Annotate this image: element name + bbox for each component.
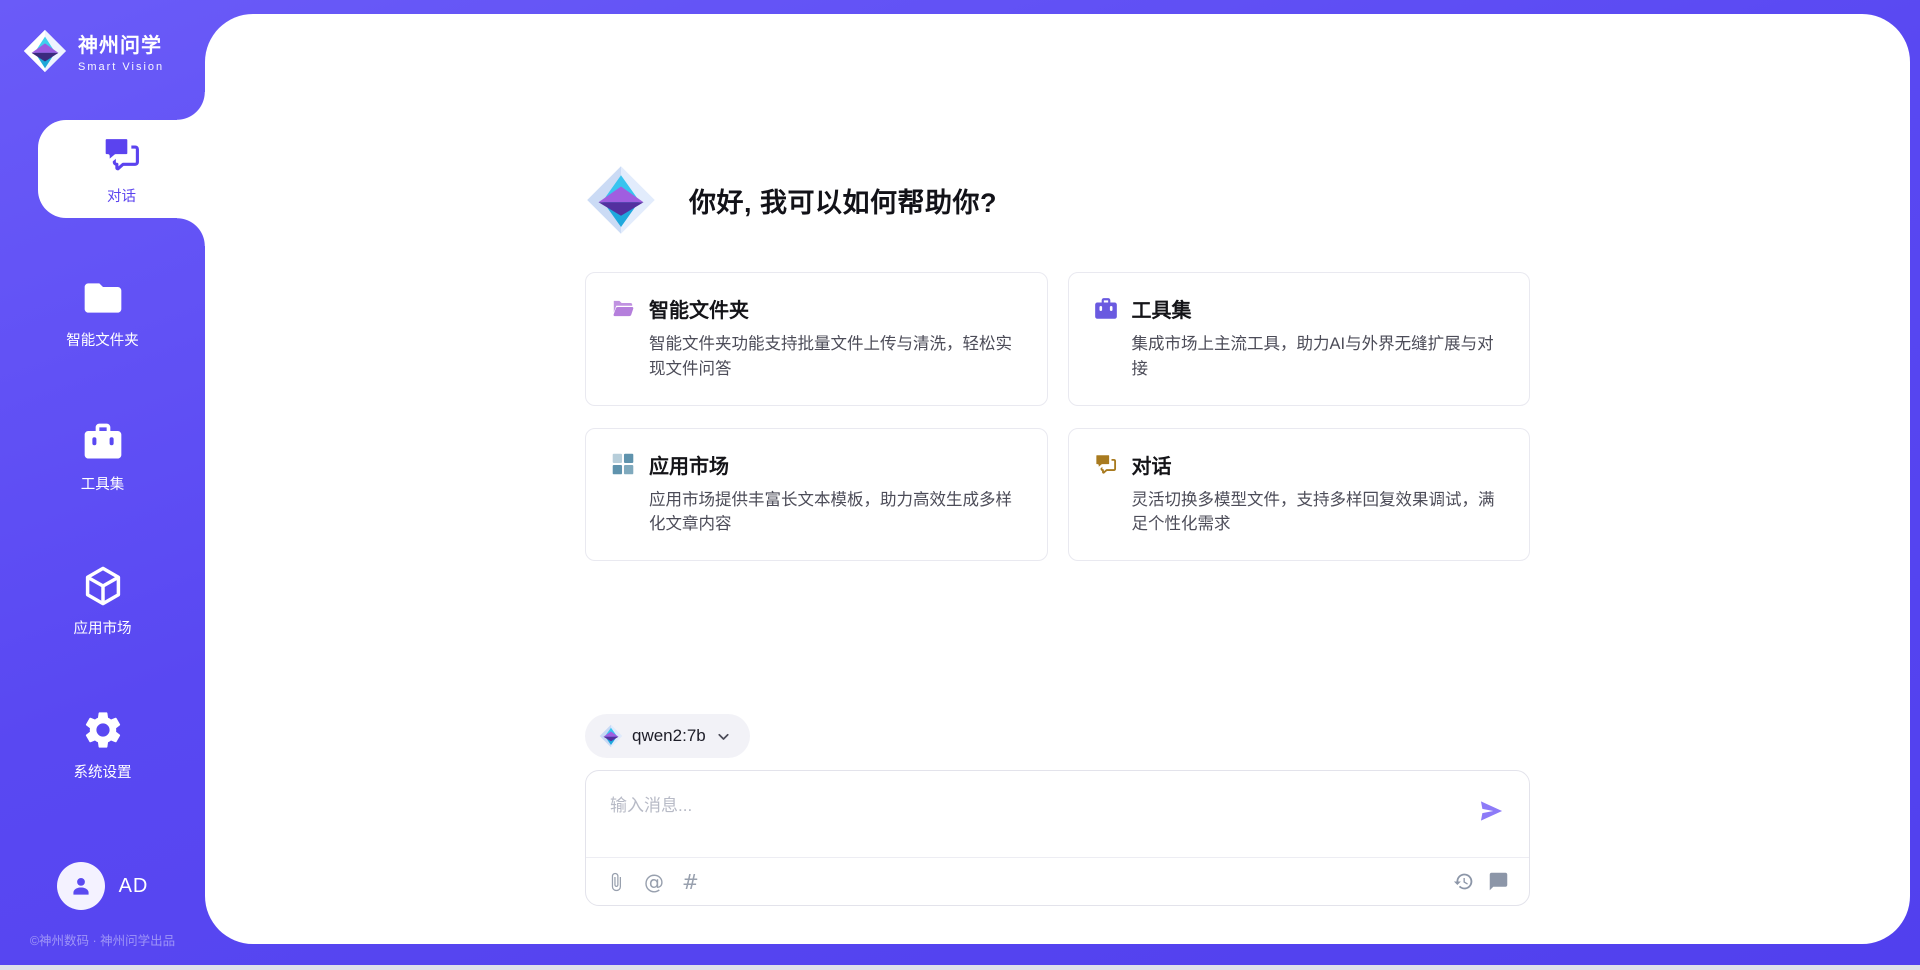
content-spacer (585, 561, 1530, 714)
folder-icon (81, 276, 125, 320)
brand-subtitle: Smart Vision (78, 61, 164, 73)
message-input[interactable] (586, 771, 1529, 857)
send-button[interactable] (1477, 797, 1505, 825)
composer-toolbar-right (1453, 871, 1509, 892)
sidebar-nav: 对话 智能文件夹 工具集 应用市场 (0, 120, 205, 794)
sidebar-item-label: 系统设置 (74, 761, 132, 782)
window-bottom-edge (0, 965, 1920, 970)
brand: 神州问学 Smart Vision (0, 0, 205, 86)
sidebar-item-label: 应用市场 (74, 617, 132, 638)
card-title: 工具集 (1132, 294, 1192, 323)
chat-icon (100, 132, 144, 176)
card-description: 应用市场提供丰富长文本模板，助力高效生成多样化文章内容 (610, 488, 1023, 538)
toolbox-icon (1093, 296, 1119, 322)
chat-icon (1093, 451, 1119, 477)
hash-icon: # (682, 870, 699, 894)
card-smart-folder[interactable]: 智能文件夹 智能文件夹功能支持批量文件上传与清洗，轻松实现文件问答 (585, 272, 1048, 406)
brand-logo-icon (22, 28, 68, 74)
composer-toolbar: @ # (586, 857, 1529, 905)
sidebar-item-label: 工具集 (81, 473, 125, 494)
brand-title: 神州问学 (78, 29, 164, 58)
sidebar-item-chat[interactable]: 对话 (38, 120, 205, 218)
toolbox-icon (81, 420, 125, 464)
sidebar-item-smart-folder[interactable]: 智能文件夹 (0, 264, 205, 362)
sidebar-item-settings[interactable]: 系统设置 (0, 696, 205, 794)
folder-open-icon (610, 296, 636, 322)
chat-bubble-icon (1488, 871, 1509, 892)
card-title: 应用市场 (649, 450, 729, 479)
card-chat[interactable]: 对话 灵活切换多模型文件，支持多样回复效果调试，满足个性化需求 (1068, 428, 1531, 562)
model-logo-icon (599, 724, 623, 748)
sidebar-item-app-market[interactable]: 应用市场 (0, 552, 205, 650)
card-title: 对话 (1132, 450, 1172, 479)
user-label: AD (119, 875, 149, 898)
feature-cards: 智能文件夹 智能文件夹功能支持批量文件上传与清洗，轻松实现文件问答 工具集 集成… (585, 272, 1530, 561)
main-panel: 你好, 我可以如何帮助你? 智能文件夹 智能文件夹功能支持批量文件上传与清洗，轻… (205, 14, 1910, 944)
sidebar-item-label: 对话 (107, 185, 136, 206)
card-description: 集成市场上主流工具，助力AI与外界无缝扩展与对接 (1093, 332, 1506, 382)
sidebar: 神州问学 Smart Vision 对话 智能文件夹 工具集 (0, 0, 205, 965)
model-name: qwen2:7b (632, 726, 706, 746)
greeting-text: 你好, 我可以如何帮助你? (689, 181, 997, 220)
user-account[interactable]: AD (0, 862, 205, 910)
hash-button[interactable]: # (682, 870, 699, 894)
grid-cube-icon (610, 451, 636, 477)
paperclip-icon (606, 872, 626, 892)
history-button[interactable] (1453, 871, 1474, 892)
mention-button[interactable]: @ (644, 870, 664, 894)
gear-icon (81, 708, 125, 752)
card-app-market[interactable]: 应用市场 应用市场提供丰富长文本模板，助力高效生成多样化文章内容 (585, 428, 1048, 562)
sidebar-item-label: 智能文件夹 (66, 329, 139, 350)
chevron-down-icon (715, 728, 732, 745)
card-toolset[interactable]: 工具集 集成市场上主流工具，助力AI与外界无缝扩展与对接 (1068, 272, 1531, 406)
message-composer: @ # (585, 770, 1530, 906)
at-icon: @ (644, 870, 664, 894)
avatar (57, 862, 105, 910)
user-icon (68, 873, 94, 899)
card-title: 智能文件夹 (649, 294, 749, 323)
cube-icon (81, 564, 125, 608)
sidebar-item-toolset[interactable]: 工具集 (0, 408, 205, 506)
attach-button[interactable] (606, 872, 626, 892)
main-content: 你好, 我可以如何帮助你? 智能文件夹 智能文件夹功能支持批量文件上传与清洗，轻… (585, 14, 1530, 944)
greeting: 你好, 我可以如何帮助你? (585, 164, 1530, 236)
greeting-logo-icon (585, 164, 657, 236)
card-description: 智能文件夹功能支持批量文件上传与清洗，轻松实现文件问答 (610, 332, 1023, 382)
send-icon (1477, 797, 1505, 825)
history-icon (1453, 871, 1474, 892)
card-description: 灵活切换多模型文件，支持多样回复效果调试，满足个性化需求 (1093, 488, 1506, 538)
feedback-button[interactable] (1488, 871, 1509, 892)
sidebar-spacer (0, 794, 205, 862)
model-selector[interactable]: qwen2:7b (585, 714, 750, 758)
sidebar-footer: ©神州数码 · 神州问学出品 (0, 930, 205, 949)
